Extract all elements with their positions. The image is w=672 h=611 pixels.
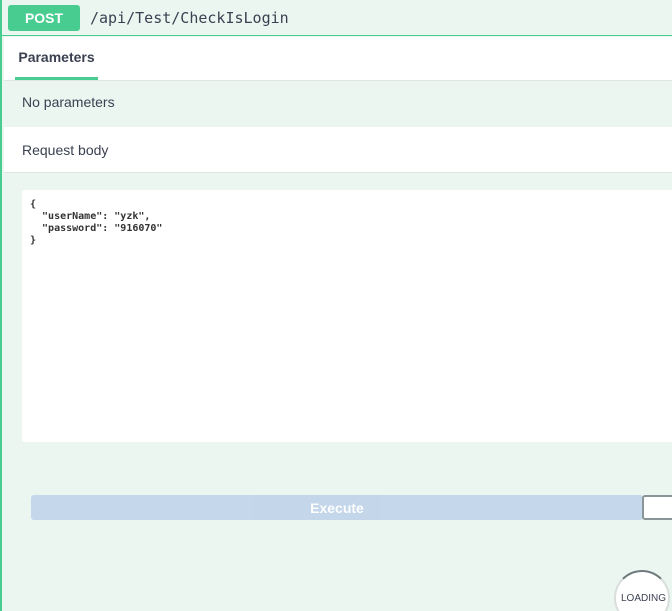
tab-parameters[interactable]: Parameters <box>15 37 98 80</box>
operation-panel: POST /api/Test/CheckIsLogin Parameters N… <box>0 0 672 611</box>
operation-path: /api/Test/CheckIsLogin <box>90 8 289 27</box>
request-body-label: Request body <box>22 142 109 158</box>
method-badge: POST <box>8 4 80 31</box>
request-body-header: Request body <box>4 127 672 173</box>
execute-button[interactable]: Execute <box>31 495 643 520</box>
no-parameters-text: No parameters <box>22 94 115 110</box>
tab-bar: Parameters <box>4 37 672 81</box>
operation-summary[interactable]: POST /api/Test/CheckIsLogin <box>2 0 672 36</box>
request-body-code[interactable]: { "userName": "yzk", "password": "916070… <box>30 199 162 247</box>
clear-button[interactable] <box>642 495 672 520</box>
loading-text: LOADING <box>621 593 667 604</box>
request-body-editor[interactable]: { "userName": "yzk", "password": "916070… <box>22 190 672 442</box>
loading-spinner-icon <box>614 570 670 611</box>
